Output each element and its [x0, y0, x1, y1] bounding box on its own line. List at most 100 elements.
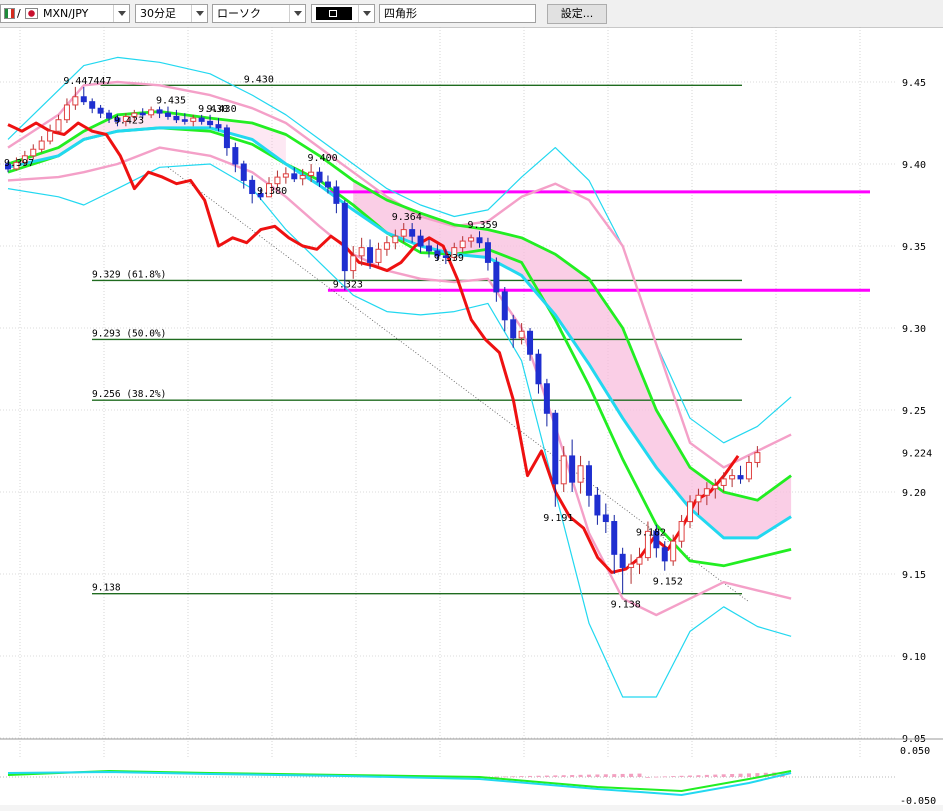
- candle-body: [729, 475, 736, 480]
- candle-body: [720, 478, 727, 486]
- candle-body: [687, 501, 694, 523]
- candle-body: [30, 148, 37, 157]
- candle-body: [501, 291, 508, 321]
- osc-bar: [746, 773, 751, 777]
- line-cyan-lower: [7, 163, 792, 698]
- osc-bar: [662, 776, 667, 778]
- y-tick-label: 9.40: [902, 160, 926, 171]
- chevron-down-icon[interactable]: [191, 5, 207, 22]
- drawing-tool-icon: [316, 7, 352, 20]
- candle-body: [148, 109, 155, 116]
- ichimoku-cloud: [8, 111, 792, 538]
- line-green-fast: [7, 126, 792, 568]
- shape-field[interactable]: 四角形: [379, 4, 536, 23]
- candle-body: [426, 245, 432, 252]
- osc-bar: [595, 774, 600, 777]
- osc-bar: [612, 774, 617, 777]
- y-tick-label: 9.10: [902, 652, 926, 663]
- y-tick-label: 9.45: [902, 78, 926, 89]
- candle-body: [737, 475, 744, 480]
- candle-body: [552, 412, 559, 485]
- candle-body: [678, 521, 685, 542]
- candle-body: [543, 383, 550, 414]
- candle-body: [535, 353, 542, 385]
- candle-body: [602, 514, 609, 523]
- osc-bar: [738, 773, 743, 777]
- candle-body: [291, 173, 298, 180]
- timeframe-label: 30分足: [140, 7, 176, 20]
- osc-bar: [544, 775, 549, 777]
- candle-body: [400, 229, 407, 237]
- candle-body: [383, 242, 390, 250]
- y-tick-label: 9.15: [902, 570, 926, 581]
- candle-body: [324, 181, 331, 188]
- candle-body: [282, 173, 289, 178]
- candle-body: [97, 107, 104, 114]
- osc-bar: [511, 776, 516, 778]
- osc-bar: [586, 774, 591, 777]
- candle-body: [476, 237, 483, 244]
- candle-body: [215, 124, 222, 129]
- candle-body: [611, 521, 618, 555]
- candle-body: [181, 119, 188, 122]
- chart-style-select[interactable]: ローソク: [212, 4, 306, 23]
- chevron-down-icon[interactable]: [113, 5, 129, 22]
- osc-line-green: [7, 769, 792, 793]
- candle-body: [661, 547, 668, 562]
- osc-top-label: 0.050: [900, 746, 930, 757]
- chevron-down-icon[interactable]: [358, 5, 374, 22]
- candle-body: [375, 248, 382, 263]
- price-chart[interactable]: 9.430 9.329 (61.8%) 9.293 (50.0%) 9.256 (38…: [0, 27, 943, 811]
- price-label: 9.435: [156, 96, 186, 107]
- oscillator-panel: 0.050-0.050: [0, 738, 943, 807]
- candle-body: [316, 171, 323, 183]
- osc-bar: [696, 775, 701, 777]
- drawing-tool-select[interactable]: [311, 4, 375, 23]
- candle-body: [89, 101, 96, 109]
- candle-body: [308, 171, 315, 176]
- y-tick-label: 9.35: [902, 242, 926, 253]
- candle-body: [754, 452, 761, 463]
- candle-body: [695, 494, 702, 503]
- osc-bar: [688, 775, 693, 777]
- osc-bar: [713, 774, 718, 777]
- osc-bar: [528, 775, 533, 777]
- osc-bar: [671, 776, 676, 777]
- osc-bar: [620, 773, 625, 777]
- candle-body: [577, 465, 584, 483]
- candle-body: [619, 553, 626, 568]
- settings-button[interactable]: 設定...: [547, 4, 607, 24]
- osc-bar: [519, 776, 524, 777]
- price-label: 9.339: [434, 253, 464, 264]
- timeframe-select[interactable]: 30分足: [135, 4, 208, 23]
- candle-body: [173, 115, 180, 121]
- candle-body: [367, 247, 374, 263]
- chevron-down-icon[interactable]: [289, 5, 305, 22]
- osc-bar: [730, 774, 735, 777]
- candle-body: [409, 229, 416, 237]
- candle-body: [510, 319, 517, 339]
- osc-bar: [536, 775, 541, 777]
- candle-body: [232, 147, 239, 165]
- osc-bar: [637, 773, 642, 777]
- time-axis: [0, 805, 943, 811]
- y-tick-label: 9.20: [902, 488, 926, 499]
- toolbar: / MXN/JPY 30分足 ローソク 四角形 設定...: [0, 0, 943, 28]
- price-label: 9.138: [611, 600, 641, 611]
- candle-body: [164, 112, 171, 117]
- price-label: 9.380: [257, 186, 287, 197]
- symbol-select[interactable]: / MXN/JPY: [0, 4, 130, 23]
- indicator-lines: [7, 56, 792, 698]
- mexico-flag-icon: [4, 8, 15, 19]
- candle-body: [106, 112, 113, 119]
- fib-label: 9.256 (38.2%): [92, 389, 166, 400]
- candle-body: [392, 235, 399, 244]
- candle-body: [670, 540, 677, 562]
- osc-bar: [561, 775, 566, 777]
- candle-body: [636, 557, 643, 565]
- osc-bar: [603, 774, 608, 777]
- candle-body: [72, 96, 79, 106]
- osc-bar: [553, 775, 558, 777]
- candle-body: [484, 242, 491, 263]
- price-axis: 9.459.409.359.309.259.209.159.109.059.22…: [902, 78, 932, 745]
